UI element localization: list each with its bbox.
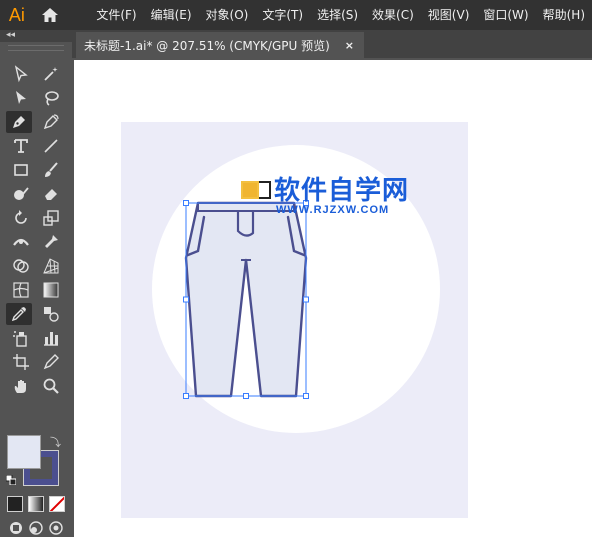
swap-fill-stroke-icon[interactable]: ⤵ [50, 434, 61, 450]
color-mode-button[interactable] [7, 496, 23, 512]
magic-wand-icon[interactable] [38, 63, 64, 85]
scale-tool-icon[interactable] [38, 207, 64, 229]
menu-view[interactable]: 视图(V) [421, 0, 477, 30]
curvature-tool-icon[interactable] [38, 111, 64, 133]
width-tool-icon[interactable] [8, 231, 34, 253]
menu-edit[interactable]: 编辑(E) [144, 0, 199, 30]
line-segment-icon[interactable] [38, 135, 64, 157]
document-tab-bar: 未标题-1.ai* @ 207.51% (CMYK/GPU 预览) × [72, 30, 592, 58]
draw-behind-icon[interactable] [28, 520, 44, 536]
type-tool-icon[interactable] [8, 135, 34, 157]
selection-tool-icon[interactable] [8, 63, 34, 85]
menu-file[interactable]: 文件(F) [89, 0, 143, 30]
gradient-tool-icon[interactable] [38, 279, 64, 301]
gradient-mode-button[interactable] [28, 496, 44, 512]
slice-tool-icon[interactable] [38, 351, 64, 373]
symbol-sprayer-icon[interactable] [8, 327, 34, 349]
shape-builder-icon[interactable] [8, 255, 34, 277]
direct-selection-icon[interactable] [8, 87, 34, 109]
collapse-panel-button[interactable]: ◂◂ [6, 29, 15, 41]
eraser-icon[interactable] [38, 183, 64, 205]
menu-help[interactable]: 帮助(H) [536, 0, 592, 30]
lasso-icon[interactable] [38, 87, 64, 109]
hand-tool-icon[interactable] [8, 375, 34, 397]
pen-tool-icon[interactable] [6, 111, 32, 133]
draw-inside-icon[interactable] [48, 520, 64, 536]
watermark-title: 软件自学网 [274, 176, 410, 206]
pants-body [184, 201, 308, 398]
menu-select[interactable]: 选择(S) [310, 0, 365, 30]
watermark-url: WWW.RJZXW.COM [276, 204, 390, 216]
perspective-grid-icon[interactable] [38, 255, 64, 277]
panel-grip[interactable] [8, 45, 64, 51]
blend-tool-icon[interactable] [38, 303, 64, 325]
canvas-area[interactable]: 软件自学网 WWW.RJZXW.COM [74, 60, 592, 537]
menu-type[interactable]: 文字(T) [255, 0, 310, 30]
artboard-tool-icon[interactable] [8, 351, 34, 373]
fill-color-swatch[interactable] [7, 435, 41, 469]
shaper-tool-icon[interactable] [8, 183, 34, 205]
home-icon[interactable] [34, 0, 68, 30]
watermark: 软件自学网 WWW.RJZXW.COM [238, 176, 428, 218]
panel-header: ◂◂ [0, 30, 72, 42]
main-menu: 文件(F) 编辑(E) 对象(O) 文字(T) 选择(S) 效果(C) 视图(V… [89, 0, 592, 30]
zoom-tool-icon[interactable] [38, 375, 64, 397]
close-tab-button[interactable]: × [345, 39, 354, 52]
menu-bar: Ai 文件(F) 编辑(E) 对象(O) 文字(T) 选择(S) 效果(C) 视… [0, 0, 592, 30]
tool-panel: ◂◂ ⤵ [0, 30, 72, 537]
menu-object[interactable]: 对象(O) [199, 0, 256, 30]
eyedropper-icon[interactable] [6, 303, 32, 325]
document-tab[interactable]: 未标题-1.ai* @ 207.51% (CMYK/GPU 预览) × [76, 32, 364, 58]
menu-window[interactable]: 窗口(W) [476, 0, 535, 30]
watermark-logo-frame [259, 181, 271, 199]
document-title: 未标题-1.ai* @ 207.51% (CMYK/GPU 预览) [84, 38, 330, 53]
watermark-logo-square [241, 181, 259, 199]
rectangle-tool-icon[interactable] [8, 159, 34, 181]
paintbrush-icon[interactable] [38, 159, 64, 181]
default-fill-stroke-icon[interactable] [6, 475, 16, 485]
app-logo: Ai [8, 4, 25, 25]
draw-normal-icon[interactable] [8, 520, 24, 536]
menu-effect[interactable]: 效果(C) [365, 0, 421, 30]
mesh-tool-icon[interactable] [8, 279, 34, 301]
column-graph-icon[interactable] [38, 327, 64, 349]
none-mode-button[interactable] [49, 496, 65, 512]
rotate-tool-icon[interactable] [8, 207, 34, 229]
puppet-warp-icon[interactable] [38, 231, 64, 253]
